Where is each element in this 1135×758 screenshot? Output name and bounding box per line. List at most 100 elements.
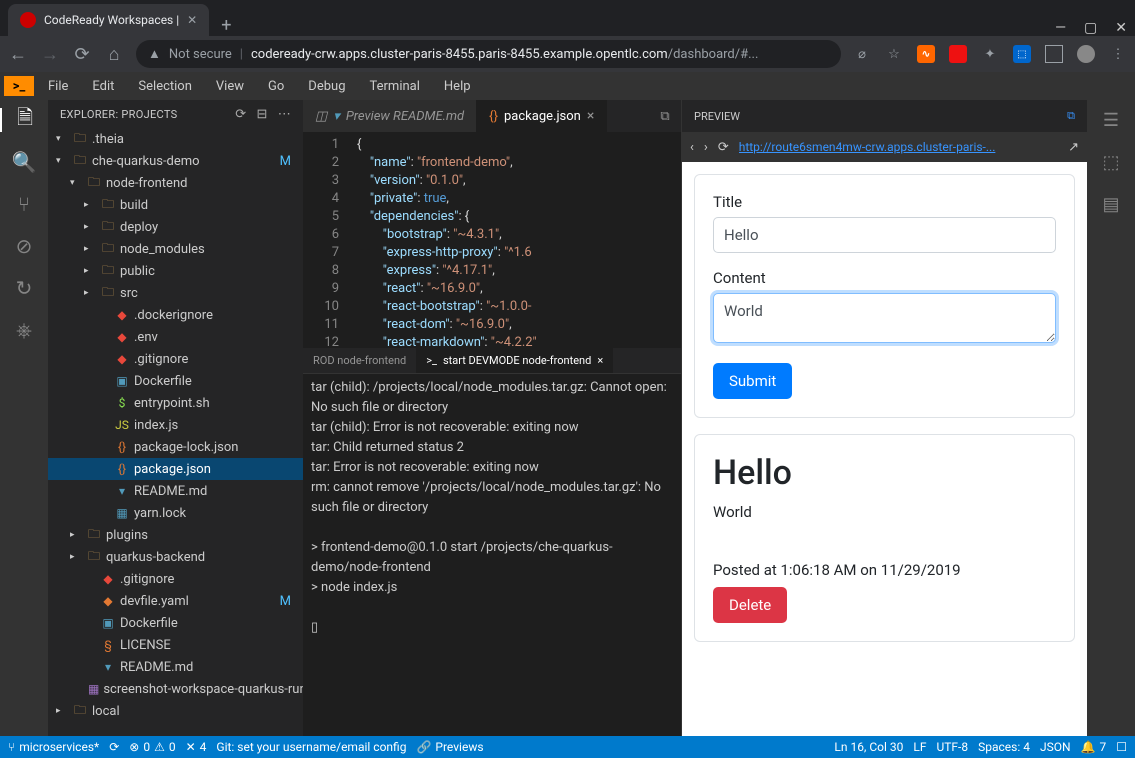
tree-item[interactable]: ◆.env	[48, 326, 303, 348]
chrome-menu-icon[interactable]: ⋮	[1109, 45, 1127, 63]
feedback-icon[interactable]: ☐	[1116, 740, 1127, 754]
menu-selection[interactable]: Selection	[128, 75, 201, 98]
new-tab-button[interactable]: +	[209, 15, 243, 36]
split-editor-icon[interactable]: ⧉	[649, 100, 681, 132]
panel-icon[interactable]: ▤	[1099, 192, 1123, 216]
command-key-icon[interactable]: >_	[4, 76, 34, 96]
preview-forward-icon[interactable]: ›	[704, 140, 708, 155]
file-tree[interactable]: ▾🗀.theia▾🗀che-quarkus-demoM▾🗀node-fronte…	[48, 128, 303, 736]
box-icon[interactable]: ⬚	[1099, 150, 1123, 174]
delete-button[interactable]: Delete	[713, 587, 787, 623]
tree-item[interactable]: {}package-lock.json	[48, 436, 303, 458]
git-icon[interactable]: ⑂	[12, 192, 36, 216]
tree-item[interactable]: §LICENSE	[48, 634, 303, 656]
close-tab-icon[interactable]: ×	[587, 108, 594, 124]
open-external-icon[interactable]: ⧉	[1067, 109, 1075, 123]
menu-edit[interactable]: Edit	[82, 75, 124, 98]
extension-red-icon[interactable]	[949, 45, 967, 63]
more-icon[interactable]: ⋯	[278, 107, 291, 122]
outline-icon[interactable]: ☰	[1099, 108, 1123, 132]
tree-item[interactable]: ▣Dockerfile	[48, 612, 303, 634]
previews-link[interactable]: 🔗 Previews	[416, 740, 483, 754]
tree-item[interactable]: ▸🗀node_modules	[48, 238, 303, 260]
extension-blue-icon[interactable]: ⬚	[1013, 45, 1031, 63]
tree-item[interactable]: ▸🗀deploy	[48, 216, 303, 238]
menu-go[interactable]: Go	[258, 75, 294, 98]
close-tab-icon[interactable]: ✕	[187, 13, 197, 27]
key-icon[interactable]: ⌀	[853, 45, 871, 63]
kubernetes-icon[interactable]: ⎈	[12, 318, 36, 342]
refresh-icon[interactable]: ⟳	[235, 107, 246, 122]
tree-item[interactable]: ▸🗀local	[48, 700, 303, 722]
indent[interactable]: Spaces: 4	[978, 740, 1030, 754]
tree-item[interactable]: ▸🗀plugins	[48, 524, 303, 546]
address-bar[interactable]: ▲ Not secure | codeready-crw.apps.cluste…	[136, 40, 841, 68]
preview-url[interactable]: http://route6smen4mw-crw.apps.cluster-pa…	[739, 140, 1058, 154]
tree-item[interactable]: ▦screenshot-workspace-quarkus-run	[48, 678, 303, 700]
language-mode[interactable]: JSON	[1040, 740, 1071, 754]
problems[interactable]: ⊗ 0 ⚠ 0	[129, 740, 175, 754]
sync-status-icon[interactable]: ⟳	[109, 740, 119, 754]
menu-debug[interactable]: Debug	[298, 75, 355, 98]
tree-item[interactable]: ▸🗀quarkus-backend	[48, 546, 303, 568]
code-editor[interactable]: 123456789101112 { "name": "frontend-demo…	[303, 132, 681, 348]
reload-button[interactable]: ⟳	[72, 44, 92, 65]
preview-back-icon[interactable]: ‹	[690, 140, 694, 155]
rss-icon[interactable]: ∿	[917, 45, 935, 63]
tree-item[interactable]: ▾🗀.theia	[48, 128, 303, 150]
eol[interactable]: LF	[913, 740, 926, 754]
maximize-icon[interactable]: ▢	[1084, 20, 1097, 36]
tree-item[interactable]: ▸🗀build	[48, 194, 303, 216]
close-window-icon[interactable]: ✕	[1115, 20, 1127, 36]
minimize-icon[interactable]: —	[1055, 20, 1066, 36]
tree-item[interactable]: ▣Dockerfile	[48, 370, 303, 392]
code-content[interactable]: { "name": "frontend-demo", "version": "0…	[349, 132, 681, 348]
menu-view[interactable]: View	[206, 75, 254, 98]
tree-item[interactable]: ◆.gitignore	[48, 568, 303, 590]
submit-button[interactable]: Submit	[713, 363, 792, 399]
close-terminal-icon[interactable]: ×	[597, 354, 603, 367]
collapse-icon[interactable]: ⊟	[256, 107, 267, 122]
forward-button[interactable]: →	[40, 44, 60, 65]
editor-tab[interactable]: ◫▾Preview README.md	[303, 100, 477, 132]
menu-help[interactable]: Help	[434, 75, 481, 98]
tree-item[interactable]: JSindex.js	[48, 414, 303, 436]
tree-item[interactable]: ◆.gitignore	[48, 348, 303, 370]
terminal-output[interactable]: tar (child): /projects/local/node_module…	[303, 374, 681, 736]
encoding[interactable]: UTF-8	[936, 740, 968, 754]
explorer-icon[interactable]: 🗎	[0, 108, 48, 132]
terminal-tab[interactable]: ROD node-frontend	[303, 348, 416, 373]
extension-icon[interactable]: ✦	[981, 45, 999, 63]
menu-terminal[interactable]: Terminal	[360, 75, 430, 98]
tree-item[interactable]: ▾🗀node-frontend	[48, 172, 303, 194]
tree-item[interactable]: ▦yarn.lock	[48, 502, 303, 524]
notifications-icon[interactable]: 🔔 7	[1081, 740, 1107, 754]
preview-reload-icon[interactable]: ⟳	[718, 140, 729, 155]
tree-item[interactable]: ◆.dockerignore	[48, 304, 303, 326]
tree-item[interactable]: {}package.json	[48, 458, 303, 480]
tree-item[interactable]: ▾🗀che-quarkus-demoM	[48, 150, 303, 172]
cursor-position[interactable]: Ln 16, Col 30	[834, 740, 903, 754]
terminal-tab[interactable]: >_start DEVMODE node-frontend×	[416, 348, 613, 373]
search-icon[interactable]: 🔍	[12, 150, 36, 174]
star-icon[interactable]: ☆	[885, 45, 903, 63]
editor-tab[interactable]: {}package.json×	[477, 100, 607, 132]
tree-item[interactable]: ◆devfile.yamlM	[48, 590, 303, 612]
extension-box-icon[interactable]	[1045, 45, 1063, 63]
forks[interactable]: ✕ 4	[186, 740, 207, 754]
profile-avatar[interactable]	[1077, 45, 1095, 63]
tree-item[interactable]: ▸🗀public	[48, 260, 303, 282]
minimap[interactable]	[655, 132, 681, 348]
tree-item[interactable]: ▸🗀src	[48, 282, 303, 304]
content-textarea[interactable]	[713, 293, 1056, 343]
preview-open-icon[interactable]: ↗	[1068, 140, 1079, 155]
tree-item[interactable]: ▾README.md	[48, 656, 303, 678]
sync-icon[interactable]: ↻	[12, 276, 36, 300]
browser-tab[interactable]: CodeReady Workspaces | ✕	[8, 4, 209, 36]
debug-icon[interactable]: ⊘	[12, 234, 36, 258]
git-branch[interactable]: ⑂ microservices*	[8, 740, 99, 754]
title-input[interactable]	[713, 217, 1056, 253]
preview-iframe[interactable]: Title Content Submit Hello World Posted …	[682, 162, 1087, 736]
menu-file[interactable]: File	[38, 75, 78, 98]
home-button[interactable]: ⌂	[104, 44, 124, 65]
